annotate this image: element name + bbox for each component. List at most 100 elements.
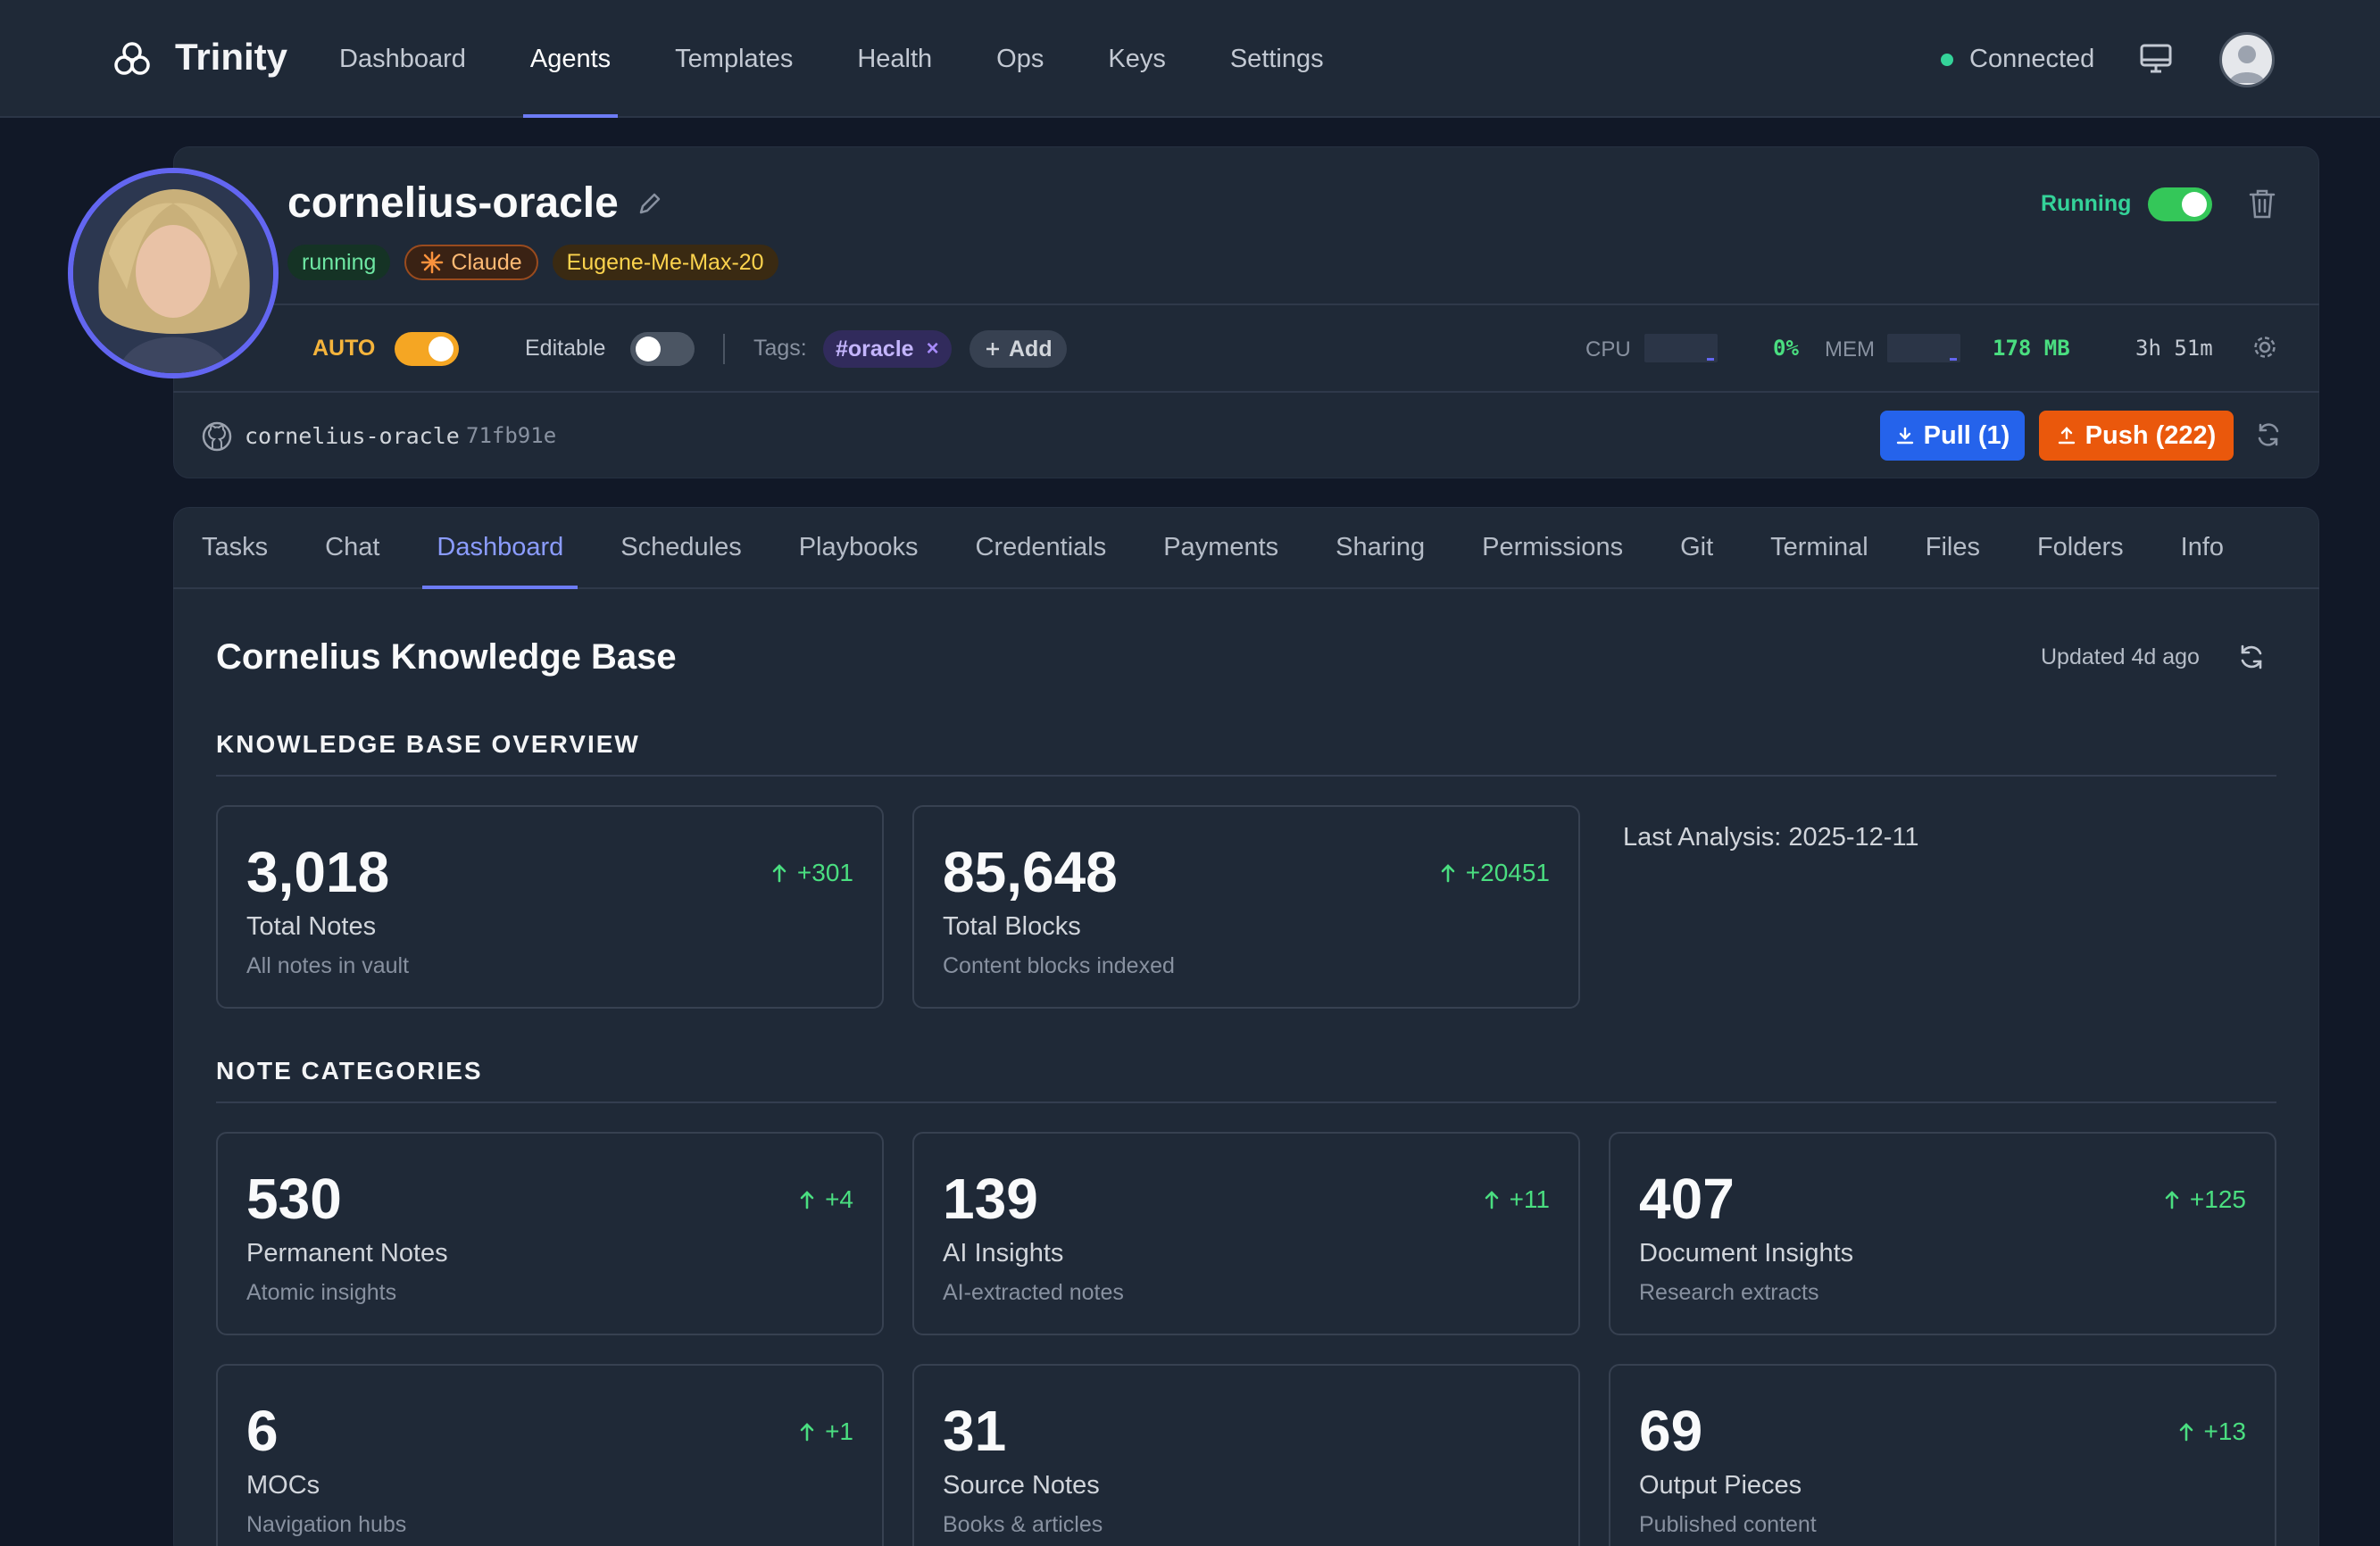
agent-tabs: Tasks Chat Dashboard Schedules Playbooks… — [173, 507, 2319, 589]
tab-permissions[interactable]: Permissions — [1468, 507, 1637, 587]
github-icon — [202, 421, 232, 452]
arrow-up-icon — [2179, 1423, 2193, 1442]
stat-label: Output Pieces — [1639, 1471, 1802, 1500]
categories-heading: NOTE CATEGORIES — [216, 1057, 483, 1085]
stat-delta: +20451 — [1439, 859, 1550, 887]
edit-name-pencil-icon[interactable] — [636, 189, 664, 218]
stat-delta-value: +301 — [796, 859, 853, 886]
stat-delta: +301 — [770, 859, 853, 887]
overview-divider — [216, 775, 2276, 777]
stat-label: Total Notes — [246, 912, 377, 941]
nav-dashboard[interactable]: Dashboard — [332, 0, 473, 118]
stat-delta: +4 — [798, 1185, 853, 1214]
stat-delta-value: +1 — [825, 1417, 853, 1445]
status-badge: running — [287, 245, 391, 280]
plan-badge: Eugene-Me-Max-20 — [552, 245, 778, 280]
tab-terminal[interactable]: Terminal — [1756, 507, 1883, 587]
push-button[interactable]: Push (222) — [2039, 411, 2234, 461]
stat-delta-value: +11 — [1509, 1185, 1550, 1213]
header-divider — [173, 303, 2319, 305]
trash-icon[interactable] — [2248, 187, 2276, 220]
tab-info[interactable]: Info — [2167, 507, 2238, 587]
stat-label: MOCs — [246, 1471, 320, 1500]
arrow-up-icon — [800, 1191, 814, 1209]
stat-subtitle: AI-extracted notes — [943, 1280, 1124, 1305]
mem-value: 178 MB — [1993, 336, 2070, 361]
stat-subtitle: Atomic insights — [246, 1280, 397, 1305]
add-tag-label: Add — [1009, 336, 1053, 362]
tab-tasks[interactable]: Tasks — [187, 507, 282, 587]
stat-value: 139 — [943, 1167, 1038, 1231]
tab-git[interactable]: Git — [1666, 507, 1727, 587]
push-label: Push (222) — [2085, 420, 2217, 450]
uptime-value: 3h 51m — [2135, 336, 2213, 361]
stat-value: 85,648 — [943, 840, 1118, 904]
arrow-up-icon — [2165, 1191, 2179, 1209]
pull-label: Pull (1) — [1923, 420, 2010, 450]
tab-playbooks[interactable]: Playbooks — [785, 507, 933, 587]
nav-keys[interactable]: Keys — [1101, 0, 1172, 118]
category-card: 407 +125 Document Insights Research extr… — [1609, 1132, 2276, 1335]
mem-sparkline — [1887, 334, 1960, 362]
auto-toggle[interactable] — [395, 332, 459, 366]
download-icon — [1896, 427, 1913, 445]
remove-tag-icon[interactable]: × — [927, 337, 939, 362]
stat-value: 69 — [1639, 1399, 1703, 1463]
vertical-separator — [723, 334, 725, 364]
nav-settings[interactable]: Settings — [1223, 0, 1331, 118]
updated-timestamp: Updated 4d ago — [2041, 644, 2200, 669]
tab-sharing[interactable]: Sharing — [1321, 507, 1439, 587]
arrow-up-icon — [1441, 864, 1455, 883]
tab-dashboard[interactable]: Dashboard — [422, 507, 578, 589]
stat-card: 85,648 +20451 Total Blocks Content block… — [912, 805, 1580, 1009]
stat-delta: +1 — [798, 1417, 853, 1446]
model-badge: Claude — [404, 245, 538, 280]
running-toggle[interactable] — [2148, 187, 2212, 221]
sync-icon[interactable] — [2255, 421, 2282, 448]
tab-schedules[interactable]: Schedules — [606, 507, 755, 587]
nav-agents[interactable]: Agents — [522, 0, 619, 118]
agent-portrait-icon — [73, 173, 273, 373]
stat-card: 3,018 +301 Total Notes All notes in vaul… — [216, 805, 884, 1009]
trinity-logo-icon[interactable] — [114, 39, 150, 79]
tab-folders[interactable]: Folders — [2023, 507, 2138, 587]
monitor-icon[interactable] — [2139, 43, 2173, 75]
pull-button[interactable]: Pull (1) — [1880, 411, 2025, 461]
brand-name[interactable]: Trinity — [175, 36, 287, 79]
stat-value: 6 — [246, 1399, 279, 1463]
add-tag-button[interactable]: Add — [969, 330, 1067, 368]
nav-health[interactable]: Health — [850, 0, 939, 118]
refresh-icon[interactable] — [2237, 643, 2266, 671]
categories-divider — [216, 1101, 2276, 1103]
tab-files[interactable]: Files — [1911, 507, 1994, 587]
tag-chip-oracle[interactable]: #oracle × — [823, 330, 952, 368]
stat-subtitle: Research extracts — [1639, 1280, 1819, 1305]
category-card: 31 Source Notes Books & articles — [912, 1364, 1580, 1546]
tab-credentials[interactable]: Credentials — [961, 507, 1121, 587]
stat-delta-value: +20451 — [1465, 859, 1550, 886]
editable-toggle[interactable] — [630, 332, 695, 366]
user-silhouette-icon — [2229, 46, 2265, 83]
cpu-sparkline — [1644, 334, 1718, 362]
tag-label: #oracle — [836, 336, 914, 362]
overview-heading: KNOWLEDGE BASE OVERVIEW — [216, 730, 640, 758]
gear-icon[interactable] — [2251, 334, 2278, 361]
category-card: 530 +4 Permanent Notes Atomic insights — [216, 1132, 884, 1335]
stat-delta-value: +13 — [2203, 1417, 2247, 1445]
upload-icon — [2058, 427, 2075, 445]
user-avatar[interactable] — [2219, 32, 2275, 87]
stat-label: Total Blocks — [943, 912, 1081, 941]
stat-label: AI Insights — [943, 1239, 1064, 1268]
arrow-up-icon — [800, 1423, 814, 1442]
tab-chat[interactable]: Chat — [311, 507, 394, 587]
stat-subtitle: Published content — [1639, 1512, 1817, 1537]
main-nav: Dashboard Agents Templates Health Ops Ke… — [332, 0, 1381, 118]
toggle-knob — [636, 337, 661, 362]
stat-delta: +13 — [2177, 1417, 2247, 1446]
agent-avatar — [68, 168, 279, 378]
dashboard-title: Cornelius Knowledge Base — [216, 637, 677, 677]
stat-subtitle: All notes in vault — [246, 953, 410, 978]
nav-ops[interactable]: Ops — [989, 0, 1051, 118]
nav-templates[interactable]: Templates — [668, 0, 800, 118]
tab-payments[interactable]: Payments — [1149, 507, 1293, 587]
